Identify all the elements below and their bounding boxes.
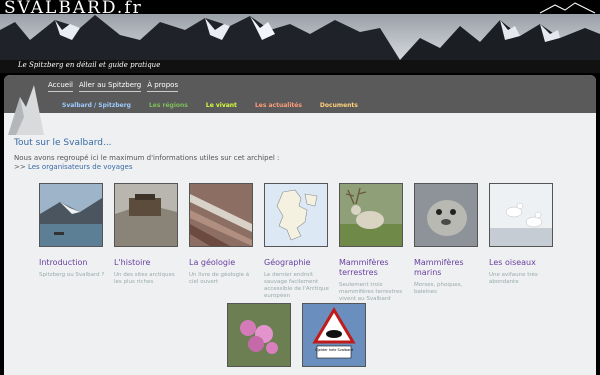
intro-sentence: Nous avons regroupé ici le maximum d'inf…: [14, 154, 280, 162]
card-title[interactable]: Les oiseaux: [489, 258, 559, 268]
tour-operators-link[interactable]: Les organisateurs de voyages: [28, 163, 133, 171]
card-geology[interactable]: La géologie Un livre de géologie à ciel …: [189, 183, 259, 286]
land-mammals-thumbnail[interactable]: [339, 183, 403, 247]
card-title[interactable]: Mammifères terrestres: [339, 258, 409, 278]
marine-mammals-thumbnail[interactable]: [414, 183, 478, 247]
card-birds[interactable]: Les oiseaux Une avifaune très abondante: [489, 183, 559, 286]
tagline-bar: Le Spitzberg en détail et guide pratique: [0, 60, 600, 73]
history-thumbnail[interactable]: [114, 183, 178, 247]
card-history[interactable]: L'histoire Un des sites arctiques les pl…: [114, 183, 184, 286]
card-title[interactable]: L'histoire: [114, 258, 184, 268]
tagline-text: Le Spitzberg en détail et guide pratique: [18, 61, 161, 69]
nav-documents-link[interactable]: Documents: [320, 102, 358, 109]
flora-thumbnail[interactable]: [227, 303, 291, 367]
navigation-bar: Accueil Aller au Spitzberg À propos Sval…: [4, 75, 596, 135]
arrow-marker: >>: [14, 163, 26, 171]
card-marine-mammals[interactable]: Mammifères marins Morses, phoques, balei…: [414, 183, 484, 296]
introduction-thumbnail[interactable]: [39, 183, 103, 247]
card-land-mammals[interactable]: Mammifères terrestres Seulement trois ma…: [339, 183, 409, 303]
nav-wildlife-link[interactable]: Le vivant: [206, 102, 237, 109]
geography-thumbnail[interactable]: [264, 183, 328, 247]
site-banner: SVALBARD.fr: [0, 0, 600, 60]
card-description: Spitzberg ou Svalbard ?: [39, 272, 105, 278]
card-description: Morses, phoques, baleines: [414, 282, 463, 295]
main-content: Tout sur le Svalbard... Nous avons regro…: [14, 138, 589, 367]
card-description: Le dernier endroit sauvage facilement ac…: [264, 272, 329, 299]
intro-text: Nous avons regroupé ici le maximum d'inf…: [14, 154, 589, 172]
card-title[interactable]: Mammifères marins: [414, 258, 484, 278]
card-flora[interactable]: [227, 303, 297, 367]
birds-thumbnail[interactable]: [489, 183, 553, 247]
section-nav: Svalbard / Spitzberg Les régions Le viva…: [62, 102, 376, 109]
card-polar-bear-sign[interactable]: Gjelder hele Svalbard: [302, 303, 372, 367]
nav-about-link[interactable]: À propos: [147, 81, 179, 92]
card-title[interactable]: La géologie: [189, 258, 259, 268]
card-description: Un livre de géologie à ciel ouvert: [189, 272, 250, 285]
card-geography[interactable]: Géographie Le dernier endroit sauvage fa…: [264, 183, 334, 300]
card-introduction[interactable]: Introduction Spitzberg ou Svalbard ?: [39, 183, 109, 279]
main-frame: Accueil Aller au Spitzberg À propos Sval…: [4, 75, 596, 375]
site-logo[interactable]: SVALBARD.fr: [4, 0, 143, 18]
polar-bear-sign-thumbnail[interactable]: Gjelder hele Svalbard: [302, 303, 366, 367]
page-heading: Tout sur le Svalbard...: [14, 138, 112, 148]
nav-home-link[interactable]: Accueil: [48, 81, 73, 92]
top-nav: Accueil Aller au Spitzberg À propos: [48, 81, 179, 92]
nav-travel-link[interactable]: Aller au Spitzberg: [79, 81, 142, 92]
mountain-sketch-icon: [8, 85, 44, 135]
geology-thumbnail[interactable]: [189, 183, 253, 247]
sign-text: Gjelder hele Svalbard: [315, 348, 353, 352]
nav-svalbard-link[interactable]: Svalbard / Spitzberg: [62, 102, 131, 109]
card-title[interactable]: Géographie: [264, 258, 334, 268]
card-description: Une avifaune très abondante: [489, 272, 538, 285]
card-description: Seulement trois mammifères terrestres vi…: [339, 282, 403, 302]
card-title[interactable]: Introduction: [39, 258, 109, 268]
nav-news-link[interactable]: Les actualités: [255, 102, 302, 109]
card-description: Un des sites arctiques les plus riches: [114, 272, 175, 285]
nav-regions-link[interactable]: Les régions: [149, 102, 188, 109]
